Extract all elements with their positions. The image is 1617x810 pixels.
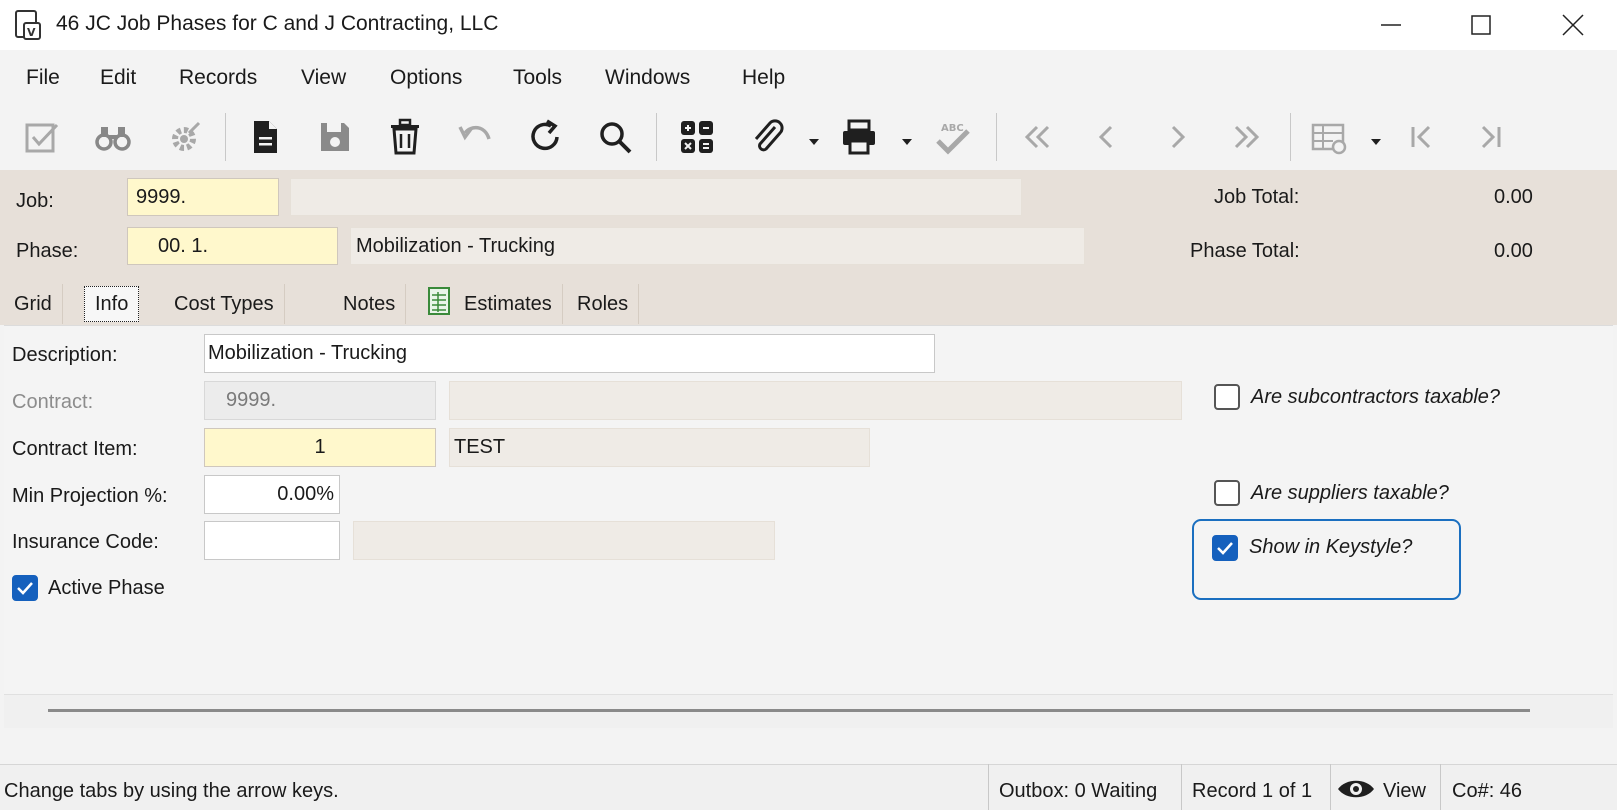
calculator-icon[interactable] — [670, 110, 724, 164]
grid-settings-icon[interactable] — [1302, 110, 1356, 164]
toolbar-separator — [656, 113, 657, 161]
checkmark-icon — [17, 582, 33, 595]
grid-settings-dropdown-icon[interactable] — [1370, 130, 1382, 145]
window-title: 46 JC Job Phases for C and J Contracting… — [56, 12, 499, 35]
suppliers-taxable-checkbox[interactable] — [1214, 480, 1240, 506]
description-input[interactable]: Mobilization - Trucking — [204, 334, 935, 373]
menu-help[interactable]: Help — [742, 66, 785, 90]
menu-windows[interactable]: Windows — [605, 66, 690, 90]
status-separator — [1330, 764, 1331, 810]
insurance-code-description — [353, 521, 775, 560]
tab-notes[interactable]: Notes — [333, 284, 407, 324]
tab-grid[interactable]: Grid — [4, 284, 63, 324]
show-keystyle-checkbox[interactable] — [1212, 535, 1238, 561]
contract-input[interactable]: 9999. — [204, 381, 436, 420]
menu-edit[interactable]: Edit — [100, 66, 136, 90]
menu-view[interactable]: View — [301, 66, 346, 90]
status-separator — [1181, 764, 1182, 810]
status-hint: Change tabs by using the arrow keys. — [4, 780, 339, 802]
status-separator — [988, 764, 989, 810]
app-icon: V — [14, 9, 42, 41]
maximize-icon[interactable] — [1452, 0, 1510, 50]
subcontractors-taxable-checkbox[interactable] — [1214, 384, 1240, 410]
refresh-icon[interactable] — [518, 110, 572, 164]
attach-dropdown-icon[interactable] — [808, 130, 820, 145]
subcontractors-taxable-label: Are subcontractors taxable? — [1251, 386, 1501, 408]
job-label: Job: — [16, 190, 54, 212]
spreadsheet-icon — [428, 287, 450, 315]
svg-text:ABC: ABC — [941, 123, 964, 134]
binoculars-icon[interactable] — [86, 110, 140, 164]
minimize-icon[interactable] — [1362, 0, 1420, 50]
checkmark-icon — [1217, 542, 1233, 555]
toolbar-separator — [1290, 113, 1291, 161]
status-record: Record 1 of 1 — [1192, 780, 1313, 802]
status-separator — [1440, 764, 1441, 810]
save-icon[interactable] — [308, 110, 362, 164]
suppliers-taxable-label: Are suppliers taxable? — [1251, 482, 1449, 504]
previous-record-icon[interactable] — [1080, 110, 1134, 164]
new-document-icon[interactable] — [238, 110, 292, 164]
menu-file[interactable]: File — [26, 66, 60, 90]
show-keystyle-label: Show in Keystyle? — [1249, 536, 1413, 558]
phase-total-value: 0.00 — [1494, 240, 1533, 262]
job-input[interactable]: 9999. — [127, 178, 279, 216]
min-projection-label: Min Projection %: — [12, 485, 168, 507]
tab-info[interactable]: Info — [84, 286, 140, 322]
job-description — [290, 178, 1022, 216]
phase-description: Mobilization - Trucking — [350, 227, 1085, 265]
phase-total-label: Phase Total: — [1190, 240, 1300, 262]
contract-item-label: Contract Item: — [12, 438, 138, 460]
splitter-bar[interactable] — [48, 709, 1530, 712]
toolbar-separator — [996, 113, 997, 161]
delete-icon[interactable] — [378, 110, 432, 164]
first-record-icon[interactable] — [1010, 110, 1064, 164]
menu-tools[interactable]: Tools — [513, 66, 562, 90]
last-page-icon[interactable] — [1464, 110, 1518, 164]
search-icon[interactable] — [588, 110, 642, 164]
attach-icon[interactable] — [740, 110, 794, 164]
menu-options[interactable]: Options — [390, 66, 462, 90]
active-phase-label: Active Phase — [48, 577, 165, 599]
contract-item-description: TEST — [449, 428, 870, 467]
tab-cost-types[interactable]: Cost Types — [164, 284, 285, 324]
next-record-icon[interactable] — [1150, 110, 1204, 164]
menu-records[interactable]: Records — [179, 66, 257, 90]
close-icon[interactable] — [1544, 0, 1602, 50]
edit-check-icon[interactable] — [14, 110, 68, 164]
active-phase-checkbox[interactable] — [12, 575, 38, 601]
contract-label: Contract: — [12, 391, 94, 413]
insurance-code-label: Insurance Code: — [12, 531, 159, 553]
tab-estimates[interactable]: Estimates — [454, 284, 563, 324]
print-icon[interactable] — [832, 110, 886, 164]
status-mode[interactable]: View — [1383, 780, 1426, 803]
job-total-label: Job Total: — [1214, 186, 1300, 208]
insurance-code-input[interactable] — [204, 521, 340, 560]
last-record-icon[interactable] — [1220, 110, 1274, 164]
contract-description — [449, 381, 1182, 420]
toolbar-separator — [225, 113, 226, 161]
first-page-icon[interactable] — [1394, 110, 1448, 164]
settings-gear-icon[interactable] — [158, 110, 212, 164]
eye-icon — [1336, 776, 1376, 802]
status-company: Co#: 46 — [1452, 780, 1523, 802]
job-total-value: 0.00 — [1494, 186, 1533, 208]
svg-text:V: V — [27, 26, 36, 39]
print-dropdown-icon[interactable] — [901, 130, 913, 145]
contract-item-input[interactable]: 1 — [204, 428, 436, 467]
phase-label: Phase: — [16, 240, 79, 262]
tab-roles[interactable]: Roles — [567, 284, 640, 324]
phase-input[interactable]: 00. 1. — [127, 227, 338, 265]
description-label: Description: — [12, 344, 118, 366]
undo-icon[interactable] — [448, 110, 502, 164]
spellcheck-icon[interactable]: ABC — [925, 110, 979, 164]
min-projection-input[interactable]: 0.00% — [204, 475, 340, 514]
status-outbox[interactable]: Outbox: 0 Waiting — [999, 780, 1157, 803]
